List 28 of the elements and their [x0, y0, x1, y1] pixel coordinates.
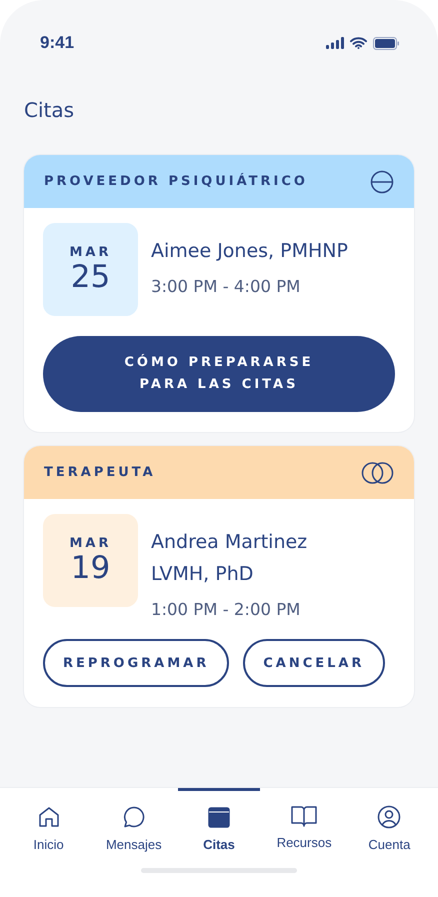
date-month: MAR — [69, 244, 112, 260]
book-icon — [291, 805, 318, 827]
battery-icon — [373, 36, 400, 50]
tab-item[interactable]: Inicio — [8, 788, 90, 868]
action-button[interactable]: CANCELAR — [243, 639, 384, 687]
date-month: MAR — [69, 536, 112, 551]
chat-bubble-icon — [122, 805, 146, 829]
tab-item[interactable]: Recursos — [263, 788, 346, 868]
wifi-icon — [350, 37, 367, 49]
rings-icon — [361, 462, 394, 484]
appointment-time: 3:00 PM - 4:00 PM — [151, 277, 302, 296]
account-icon — [377, 805, 402, 829]
home-icon — [36, 805, 61, 829]
appointment-time: 1:00 PM - 2:00 PM — [151, 600, 302, 619]
date-day: 25 — [70, 260, 110, 294]
provider-category: TERAPEUTA — [44, 465, 156, 480]
prepare-button[interactable]: CÓMO PREPARARSE PARA LAS CITAS — [43, 336, 395, 412]
calendar-icon — [206, 805, 231, 829]
action-button[interactable]: REPROGRAMAR — [43, 639, 230, 687]
tab-item[interactable]: Cuenta — [348, 788, 430, 868]
provider-name: Aimee Jones, PMHNP — [151, 239, 348, 264]
date-day: 19 — [70, 550, 110, 586]
status-time: 9:41 — [40, 33, 74, 53]
tab-item[interactable]: Mensajes — [92, 788, 175, 868]
page-title: Citas — [24, 98, 76, 124]
signal-icon — [326, 37, 344, 49]
provider-category: PROVEEDOR PSIQUIÁTRICO — [44, 174, 308, 189]
provider-name: Andrea Martinez LVMH, PhD — [151, 530, 308, 587]
